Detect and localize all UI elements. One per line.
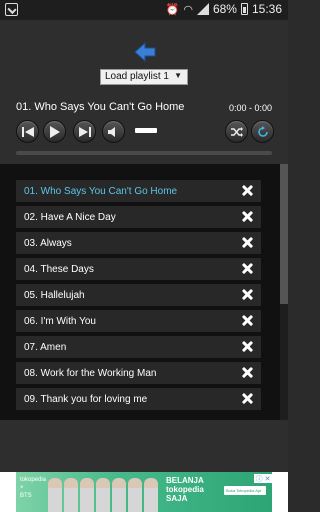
track-title: 08. Work for the Working Man	[24, 367, 157, 379]
speaker-icon	[108, 126, 115, 137]
list-item[interactable]: 07. Amen	[16, 336, 261, 358]
track-title: 07. Amen	[24, 341, 67, 353]
ad-headline-line: BELANJA	[166, 476, 204, 485]
shuffle-icon	[230, 126, 243, 137]
track-title: 05. Hallelujah	[24, 289, 85, 301]
repeat-icon	[257, 125, 268, 137]
empty-panel	[0, 420, 288, 472]
scrollbar-thumb[interactable]	[280, 164, 288, 304]
track-title: 09. Thank you for loving me	[24, 393, 148, 405]
seek-bar[interactable]	[16, 151, 272, 155]
volume-slider[interactable]	[135, 128, 157, 133]
repeat-button[interactable]	[251, 120, 274, 143]
play-icon	[49, 125, 60, 138]
play-button[interactable]	[43, 120, 66, 143]
remove-icon[interactable]	[242, 393, 253, 404]
track-title: 06. I'm With You	[24, 315, 96, 327]
track-title: 02. Have A Nice Day	[24, 211, 116, 223]
ad-content[interactable]: tokopedia × BTS BELANJA tokopedia SAJA B…	[16, 472, 272, 512]
remove-icon[interactable]	[242, 315, 253, 326]
remove-icon[interactable]	[242, 211, 253, 222]
list-item[interactable]: 01. Who Says You Can't Go Home	[16, 180, 261, 202]
ad-close-icon[interactable]: ✕	[265, 475, 271, 483]
now-playing-title: 01. Who Says You Can't Go Home	[16, 101, 185, 113]
ad-choices[interactable]: ⓘ ✕	[254, 474, 272, 483]
battery-icon	[240, 3, 248, 15]
playlist-list: 01. Who Says You Can't Go Home 02. Have …	[0, 164, 288, 420]
ad-brand-name: tokopedia	[20, 477, 47, 483]
remove-icon[interactable]	[242, 237, 253, 248]
next-button[interactable]	[73, 120, 96, 143]
ad-brand: tokopedia × BTS	[20, 477, 47, 499]
track-title: 03. Always	[24, 237, 72, 249]
ad-image	[48, 474, 158, 512]
alarm-icon: ⏰	[165, 3, 180, 16]
list-item[interactable]: 08. Work for the Working Man	[16, 362, 261, 384]
ad-headline: BELANJA tokopedia SAJA	[166, 476, 204, 503]
player-panel: Load playlist 1 ▼	[0, 20, 288, 164]
track-title: 04. These Days	[24, 263, 94, 275]
remove-icon[interactable]	[242, 289, 253, 300]
playlist-select-value: Load playlist 1	[105, 71, 169, 82]
scrollbar[interactable]	[280, 164, 288, 420]
clock: 15:36	[251, 2, 282, 16]
remove-icon[interactable]	[242, 185, 253, 196]
ad-banner[interactable]: tokopedia × BTS BELANJA tokopedia SAJA B…	[0, 472, 288, 512]
status-bar: ⏰ ◠ 68% 15:36	[0, 0, 288, 20]
shuffle-button[interactable]	[225, 120, 248, 143]
remove-icon[interactable]	[242, 341, 253, 352]
ad-info-icon: ⓘ	[255, 475, 263, 483]
skip-next-icon	[78, 126, 91, 137]
back-button[interactable]	[133, 41, 157, 63]
volume-button[interactable]	[102, 120, 125, 143]
track-title: 01. Who Says You Can't Go Home	[24, 185, 178, 197]
list-item[interactable]: 09. Thank you for loving me	[16, 388, 261, 410]
signal-icon	[196, 3, 209, 15]
battery-percent: 68%	[212, 2, 237, 16]
skip-previous-icon	[21, 126, 34, 137]
ad-cta-button[interactable]: Buka Tokopedia Aja	[224, 486, 266, 495]
list-item[interactable]: 04. These Days	[16, 258, 261, 280]
list-item[interactable]: 03. Always	[16, 232, 261, 254]
wifi-icon: ◠	[183, 3, 193, 16]
playlist-select[interactable]: Load playlist 1 ▼	[100, 69, 188, 85]
ad-headline-line: tokopedia	[166, 485, 204, 494]
back-arrow-icon	[134, 41, 156, 63]
ad-headline-line: SAJA	[166, 494, 188, 503]
previous-button[interactable]	[16, 120, 39, 143]
dropdown-arrow-icon: ▼	[174, 71, 182, 80]
ad-partner-name: BTS	[20, 493, 32, 499]
time-display: 0:00 - 0:00	[228, 103, 272, 113]
list-item[interactable]: 06. I'm With You	[16, 310, 261, 332]
list-item[interactable]: 05. Hallelujah	[16, 284, 261, 306]
download-check-icon	[5, 3, 18, 16]
list-item[interactable]: 02. Have A Nice Day	[16, 206, 261, 228]
remove-icon[interactable]	[242, 367, 253, 378]
remove-icon[interactable]	[242, 263, 253, 274]
